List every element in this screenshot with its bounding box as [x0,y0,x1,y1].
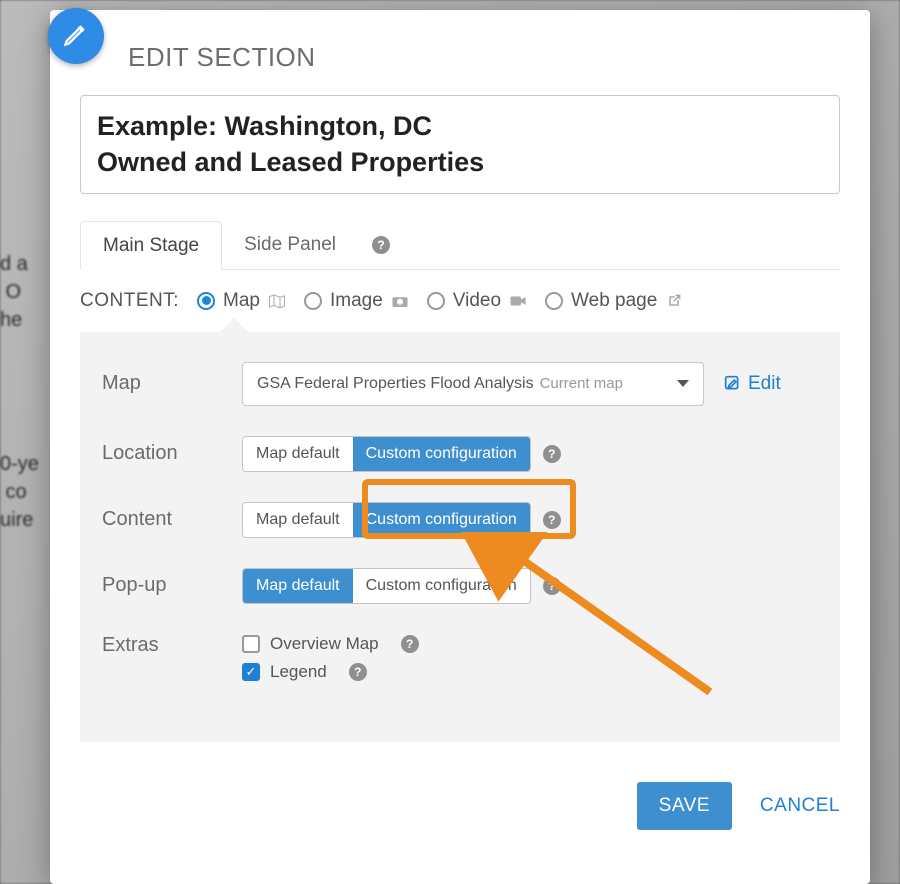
external-link-icon [665,293,683,309]
content-cfg-label: Content [102,508,242,531]
option-label: Video [453,290,501,312]
dialog-title: EDIT SECTION [128,42,840,73]
radio-icon [197,292,215,310]
legend-label: Legend [270,662,327,682]
popup-default-button[interactable]: Map default [243,569,353,603]
cancel-button[interactable]: CANCEL [760,795,840,817]
location-default-button[interactable]: Map default [243,437,353,471]
content-custom-button[interactable]: Custom configuration [353,503,530,537]
edit-section-dialog: EDIT SECTION Main Stage Side Panel ? CON… [50,10,870,884]
popup-custom-button[interactable]: Custom configuration [353,569,530,603]
content-default-button[interactable]: Map default [243,503,353,537]
popup-row: Pop-up Map default Custom configuration … [102,568,818,604]
edit-badge [48,8,104,64]
overview-map-option: Overview Map ? [242,634,419,654]
extras-row: Extras Overview Map ? Legend ? [102,634,818,682]
location-label: Location [102,442,242,465]
content-option-webpage[interactable]: Web page [545,290,683,312]
popup-toggle: Map default Custom configuration [242,568,531,604]
map-select-name: GSA Federal Properties Flood Analysis [257,375,534,393]
content-toggle: Map default Custom configuration [242,502,531,538]
overview-map-label: Overview Map [270,634,379,654]
location-help-icon[interactable]: ? [543,445,561,463]
radio-icon [427,292,445,310]
section-title-input[interactable] [80,95,840,194]
legend-help-icon[interactable]: ? [349,663,367,681]
save-button[interactable]: SAVE [637,782,732,830]
config-panel: Map GSA Federal Properties Flood Analysi… [80,332,840,742]
map-select-suffix: Current map [540,375,623,392]
overview-map-checkbox[interactable] [242,635,260,653]
dialog-footer: SAVE CANCEL [80,782,840,830]
camera-icon [391,293,409,309]
tab-main-stage[interactable]: Main Stage [80,221,222,270]
edit-link-label: Edit [748,373,781,395]
popup-label: Pop-up [102,574,242,597]
content-option-video[interactable]: Video [427,290,527,312]
chevron-down-icon [677,380,689,387]
radio-icon [545,292,563,310]
overview-help-icon[interactable]: ? [401,635,419,653]
option-label: Web page [571,290,657,312]
content-help-icon[interactable]: ? [543,511,561,529]
option-label: Map [223,290,260,312]
location-row: Location Map default Custom configuratio… [102,436,818,472]
content-cfg-row: Content Map default Custom configuration… [102,502,818,538]
legend-checkbox[interactable] [242,663,260,681]
tab-side-panel[interactable]: Side Panel [222,221,358,268]
popup-help-icon[interactable]: ? [543,577,561,595]
map-select[interactable]: GSA Federal Properties Flood Analysis Cu… [242,362,704,406]
extras-label: Extras [102,634,242,657]
location-toggle: Map default Custom configuration [242,436,531,472]
map-icon [268,293,286,309]
tabs-help-icon[interactable]: ? [372,236,390,254]
video-icon [509,293,527,309]
radio-icon [304,292,322,310]
edit-map-link[interactable]: Edit [724,373,781,395]
map-label: Map [102,372,242,395]
content-type-row: CONTENT: Map Image Video Web page [80,290,840,312]
map-row: Map GSA Federal Properties Flood Analysi… [102,362,818,406]
option-label: Image [330,290,383,312]
pencil-icon [62,20,90,53]
content-option-map[interactable]: Map [197,290,286,312]
legend-option: Legend ? [242,662,419,682]
content-label: CONTENT: [80,290,179,312]
tabs: Main Stage Side Panel ? [80,221,840,270]
content-option-image[interactable]: Image [304,290,409,312]
location-custom-button[interactable]: Custom configuration [353,437,530,471]
